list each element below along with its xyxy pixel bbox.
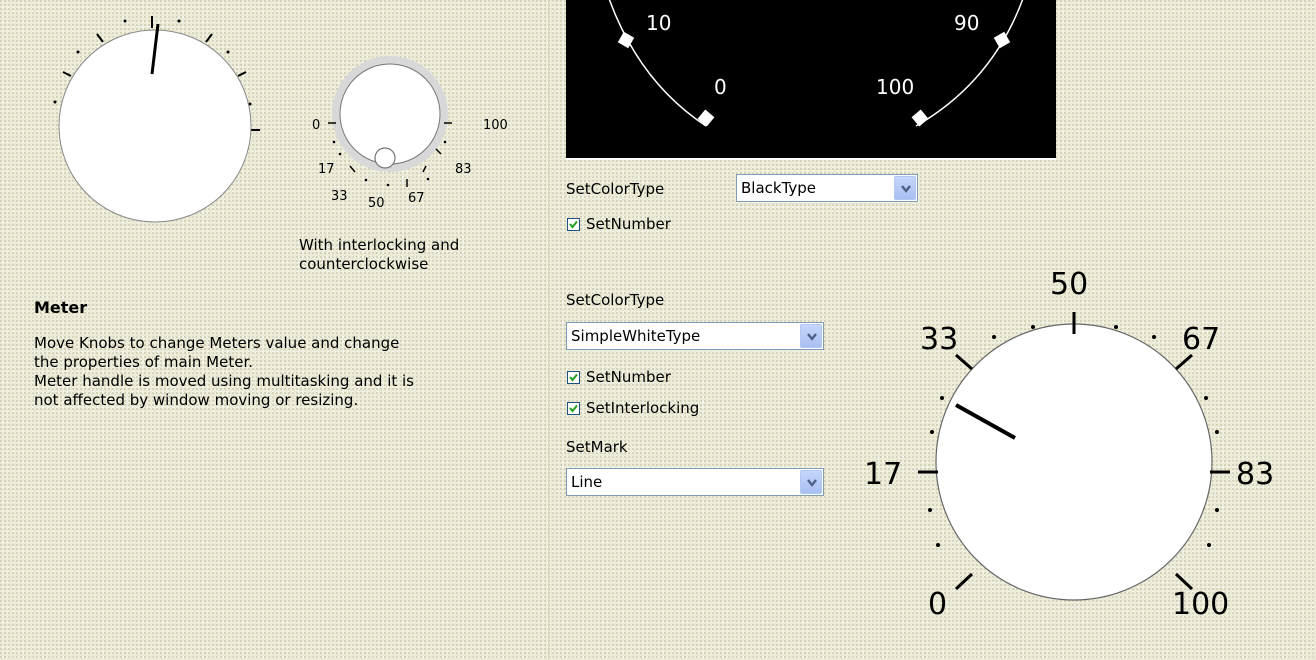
chevron-down-icon[interactable] <box>800 324 822 348</box>
color-type-label-2: SetColorType <box>566 291 665 309</box>
description-line: Move Knobs to change Meters value and ch… <box>34 334 400 352</box>
black-meter-label-100: 100 <box>876 75 914 99</box>
mark-label: SetMark <box>566 438 628 456</box>
caption-line-1: With interlocking and <box>299 236 460 254</box>
description-line: not affected by window moving or resizin… <box>34 391 359 409</box>
checkbox-label: SetNumber <box>586 368 671 386</box>
mark-90 <box>993 31 1011 49</box>
main-knob-label-100: 100 <box>1172 587 1229 622</box>
panel-divider <box>548 0 549 660</box>
small-knob-caption: With interlocking and counterclockwise <box>299 236 459 274</box>
description-line: the properties of main Meter. <box>34 353 254 371</box>
main-knob-label-50: 50 <box>1050 267 1088 302</box>
select-value: SimpleWhiteType <box>571 327 701 345</box>
knob-large-top[interactable] <box>30 8 270 228</box>
black-meter-label-90: 90 <box>954 11 979 35</box>
checkbox-label: SetInterlocking <box>586 399 700 417</box>
main-knob-label-0: 0 <box>928 587 947 622</box>
black-meter-dial: 10 90 0 100 <box>608 0 1024 127</box>
main-knob-dial[interactable] <box>935 323 1213 601</box>
black-meter-label-10: 10 <box>646 11 671 35</box>
select-value: BlackType <box>741 179 817 197</box>
select-value: Line <box>571 473 603 491</box>
checkbox-box[interactable] <box>567 401 580 415</box>
tick-67 <box>1175 353 1193 371</box>
mark-10 <box>617 31 635 49</box>
description-line: Meter handle is moved using multitasking… <box>34 372 414 390</box>
small-knob-label-50: 50 <box>368 196 385 211</box>
small-knob-label-100: 100 <box>483 118 508 133</box>
small-knob-label-33: 33 <box>331 189 348 204</box>
set-number-checkbox-2[interactable]: SetNumber <box>567 368 671 386</box>
small-knob-label-0: 0 <box>312 118 320 133</box>
knob-handle[interactable] <box>374 147 396 169</box>
mark-100 <box>911 109 929 127</box>
set-number-checkbox-1[interactable]: SetNumber <box>567 215 671 233</box>
black-meter-label-0: 0 <box>714 75 727 99</box>
mark-0 <box>697 109 715 127</box>
chevron-down-icon[interactable] <box>800 470 822 494</box>
main-knob[interactable]: 50 33 67 17 83 0 100 <box>860 262 1300 642</box>
main-knob-label-17: 17 <box>864 457 902 492</box>
checkbox-box[interactable] <box>567 217 580 231</box>
color-type-select-2[interactable]: SimpleWhiteType <box>566 322 824 350</box>
main-knob-label-83: 83 <box>1236 457 1274 492</box>
checkbox-label: SetNumber <box>586 215 671 233</box>
knob-small-interlocking[interactable]: 0 17 33 50 67 83 100 <box>300 44 520 214</box>
set-interlocking-checkbox[interactable]: SetInterlocking <box>567 399 699 417</box>
black-meter: 10 90 0 100 <box>566 0 1056 160</box>
caption-line-2: counterclockwise <box>299 255 429 273</box>
main-knob-label-67: 67 <box>1182 322 1220 357</box>
mark-select[interactable]: Line <box>566 468 824 496</box>
tick-0 <box>954 572 974 591</box>
small-knob-label-67: 67 <box>408 191 425 206</box>
color-type-select-1[interactable]: BlackType <box>736 174 918 202</box>
tick-33 <box>955 353 973 371</box>
small-knob-label-17: 17 <box>318 162 335 177</box>
main-knob-label-33: 33 <box>920 322 958 357</box>
meter-section-title: Meter <box>34 298 88 317</box>
meter-description: Move Knobs to change Meters value and ch… <box>34 334 414 410</box>
checkbox-box[interactable] <box>567 370 580 384</box>
color-type-label-1: SetColorType <box>566 180 665 198</box>
small-knob-label-83: 83 <box>455 162 472 177</box>
chevron-down-icon[interactable] <box>894 176 916 200</box>
